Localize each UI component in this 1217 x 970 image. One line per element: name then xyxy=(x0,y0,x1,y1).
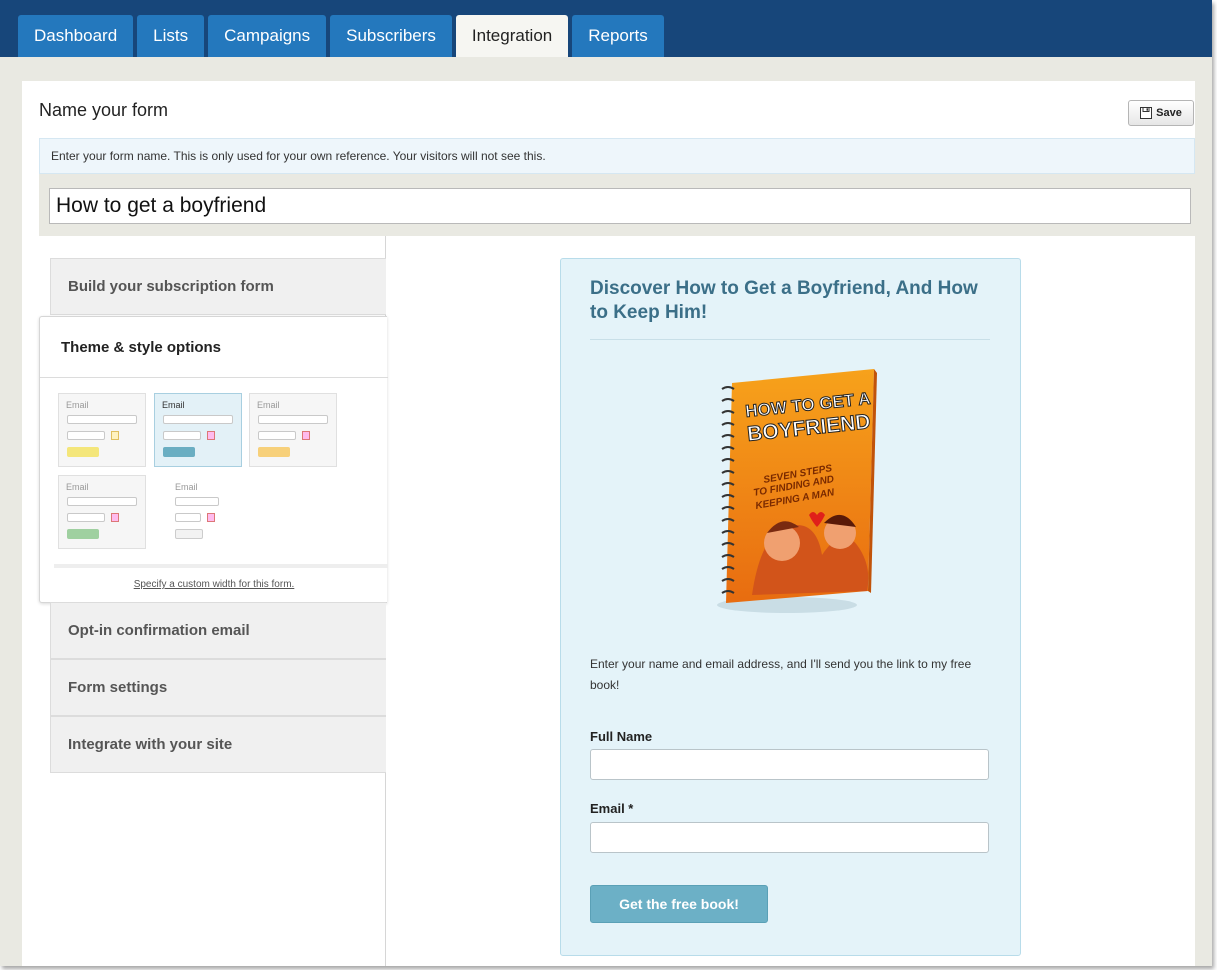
theme-button-preview xyxy=(175,529,203,539)
save-button-label: Save xyxy=(1156,107,1182,119)
tab-dashboard[interactable]: Dashboard xyxy=(18,15,134,57)
email-label: Email * xyxy=(590,801,634,816)
theme-field-preview xyxy=(67,497,137,506)
theme-button-preview xyxy=(258,447,290,457)
theme-email-label: Email xyxy=(162,400,185,410)
preview-headline: Discover How to Get a Boyfriend, And How… xyxy=(590,278,978,323)
tab-lists[interactable]: Lists xyxy=(137,15,205,57)
theme-field-preview xyxy=(67,513,105,522)
preview-description: Enter your name and email address, and I… xyxy=(590,657,972,692)
form-name-hint: Enter your form name. This is only used … xyxy=(39,138,1195,174)
page-title: Name your form xyxy=(39,100,169,120)
theme-option-3[interactable]: Email xyxy=(249,393,337,467)
form-preview: Discover How to Get a Boyfriend, And How… xyxy=(560,258,1021,956)
tab-campaigns[interactable]: Campaigns xyxy=(208,15,327,57)
custom-width-link[interactable]: Specify a custom width for this form. xyxy=(40,579,388,590)
app-window: Dashboard Lists Campaigns Subscribers In… xyxy=(0,0,1212,966)
form-name-input[interactable] xyxy=(49,188,1191,224)
get-free-book-button[interactable]: Get the free book! xyxy=(590,885,768,923)
theme-option-5[interactable]: Email xyxy=(154,475,242,549)
settings-panel: Build your subscription form Theme & sty… xyxy=(39,236,388,966)
section-divider xyxy=(40,377,388,378)
theme-field-preview xyxy=(67,415,137,424)
section-form-settings[interactable]: Form settings xyxy=(50,659,386,716)
nav-tabs: Dashboard Lists Campaigns Subscribers In… xyxy=(18,15,664,57)
page-gutter-left xyxy=(0,81,22,966)
preview-divider xyxy=(590,339,990,340)
calendar-icon xyxy=(302,431,310,440)
section-integrate-with-site[interactable]: Integrate with your site xyxy=(50,716,386,773)
full-name-label: Full Name xyxy=(590,729,653,744)
save-button[interactable]: Save xyxy=(1128,100,1194,126)
ebook-cover-image: HOW TO GET A BOYFRIEND SEVEN STEPS TO FI… xyxy=(717,369,877,613)
theme-field-preview xyxy=(175,497,219,506)
calendar-icon xyxy=(111,431,119,440)
custom-width-divider xyxy=(54,564,388,568)
calendar-icon xyxy=(207,513,215,522)
theme-field-preview xyxy=(67,431,105,440)
page-gutter-right xyxy=(1195,81,1212,966)
tab-reports[interactable]: Reports xyxy=(572,15,664,57)
email-input[interactable] xyxy=(590,822,989,853)
floppy-disk-icon xyxy=(1140,107,1153,119)
tab-subscribers[interactable]: Subscribers xyxy=(330,15,452,57)
calendar-icon xyxy=(207,431,215,440)
section-theme-style-options: Theme & style options Email Email Email xyxy=(39,316,388,603)
tab-integration[interactable]: Integration xyxy=(455,15,569,57)
section-theme-style-title[interactable]: Theme & style options xyxy=(61,339,221,356)
theme-email-label: Email xyxy=(175,482,198,492)
theme-field-preview xyxy=(163,431,201,440)
theme-button-preview xyxy=(67,529,99,539)
calendar-icon xyxy=(111,513,119,522)
theme-field-preview xyxy=(175,513,201,522)
theme-option-2[interactable]: Email xyxy=(154,393,242,467)
theme-email-label: Email xyxy=(66,400,89,410)
theme-option-4[interactable]: Email xyxy=(58,475,146,549)
theme-field-preview xyxy=(163,415,233,424)
theme-email-label: Email xyxy=(66,482,89,492)
theme-button-preview xyxy=(67,447,99,457)
theme-field-preview xyxy=(258,415,328,424)
full-name-input[interactable] xyxy=(590,749,989,780)
theme-option-1[interactable]: Email xyxy=(58,393,146,467)
section-build-subscription-form[interactable]: Build your subscription form xyxy=(50,258,386,315)
subheader-bar xyxy=(0,57,1212,81)
top-navigation: Dashboard Lists Campaigns Subscribers In… xyxy=(0,0,1212,57)
section-optin-confirmation-email[interactable]: Opt-in confirmation email xyxy=(50,602,386,659)
theme-button-preview xyxy=(163,447,195,457)
theme-email-label: Email xyxy=(257,400,280,410)
theme-field-preview xyxy=(258,431,296,440)
form-name-wrapper xyxy=(39,174,1195,236)
